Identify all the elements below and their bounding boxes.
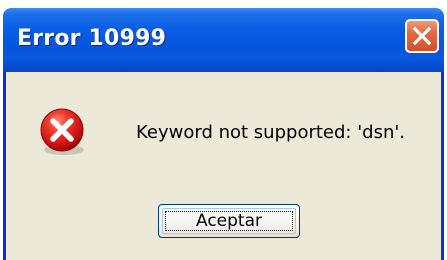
title-bar[interactable]: Error 10999 bbox=[3, 8, 444, 72]
window-frame-right bbox=[441, 72, 444, 260]
error-message: Keyword not supported: 'dsn'. bbox=[136, 122, 406, 143]
close-button[interactable] bbox=[405, 19, 439, 53]
error-icon bbox=[40, 108, 84, 155]
error-dialog: Error 10999 Keyword not supported: 'dsn'… bbox=[3, 8, 444, 260]
window-frame-left bbox=[3, 72, 6, 260]
close-icon bbox=[412, 26, 432, 46]
ok-button-label: Aceptar bbox=[196, 211, 262, 231]
ok-button[interactable]: Aceptar bbox=[158, 204, 300, 238]
dialog-title: Error 10999 bbox=[17, 26, 167, 51]
